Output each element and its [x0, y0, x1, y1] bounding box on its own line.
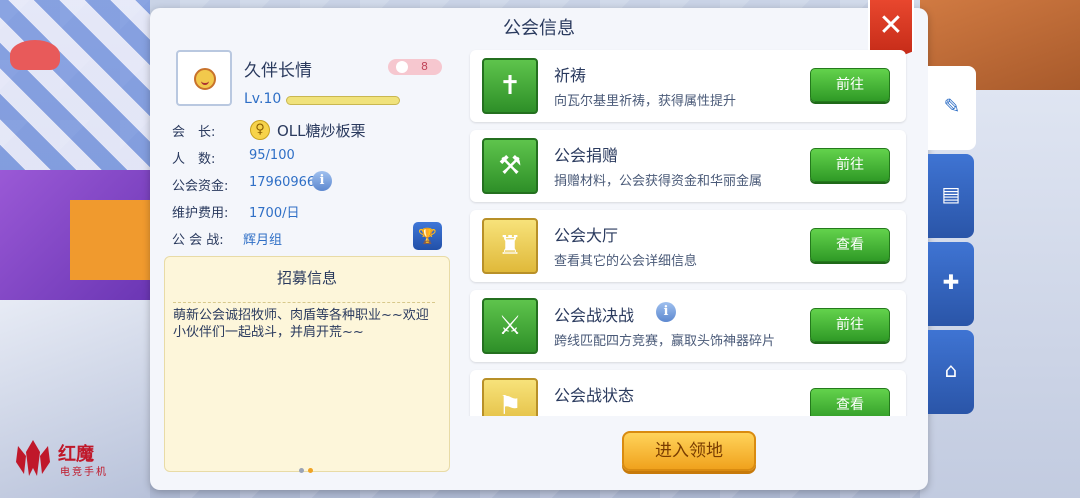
- card-desc: 跨线匹配四方竞赛，赢取头饰神器碎片: [554, 334, 776, 349]
- background-mushroom: [10, 40, 60, 70]
- enter-territory-button[interactable]: 进入领地: [622, 431, 756, 471]
- close-icon: ✕: [878, 8, 904, 43]
- red-magic-logo-icon: [16, 440, 50, 476]
- donate-go-button[interactable]: 前往: [810, 148, 890, 182]
- guild-war-group: 辉月组: [243, 233, 283, 248]
- leader-label: 会 长:: [172, 125, 216, 140]
- prayer-go-button[interactable]: 前往: [810, 68, 890, 102]
- page-indicator: [299, 458, 317, 477]
- final-battle-info-icon[interactable]: i: [656, 302, 676, 322]
- funds-info-icon[interactable]: i: [312, 171, 332, 191]
- flag-castle-icon: ⚑: [482, 378, 538, 416]
- prayer-icon: ✝: [482, 58, 538, 114]
- edit-icon: ✎: [943, 94, 961, 118]
- cross-book-icon: ✚: [942, 270, 960, 294]
- recruit-text: 萌新公会诚招牧师、肉盾等各种职业~~欢迎小伙伴们一起战斗，并肩开荒~~: [173, 308, 429, 340]
- tab-guild-church[interactable]: ✚: [928, 242, 974, 326]
- war-status-view-button[interactable]: 查看: [810, 388, 890, 416]
- trophy-icon: 🏆: [418, 227, 437, 245]
- recruit-divider: [173, 302, 435, 303]
- background-scene-left: [0, 0, 150, 170]
- upkeep-label: 维护费用:: [172, 206, 229, 221]
- watermark: 红魔 电竞手机: [14, 438, 124, 478]
- rank-value: 8: [421, 60, 428, 73]
- background-orange-block: [70, 200, 150, 280]
- card-title: 祈祷: [554, 66, 587, 85]
- donate-icon: ⚒: [482, 138, 538, 194]
- house-person-icon: ⌂: [944, 358, 958, 382]
- leader-gender-icon: ♀: [250, 120, 270, 140]
- card-desc: 捐赠材料，公会获得资金和华丽金属: [554, 174, 763, 189]
- card-title: 公会大厅: [554, 226, 619, 245]
- funds-value: 17960966: [249, 175, 316, 190]
- list-item-donate: ⚒ 公会捐赠 捐赠材料，公会获得资金和华丽金属 前往: [470, 130, 906, 202]
- guild-war-label: 公 会 战:: [172, 233, 224, 248]
- feature-list[interactable]: ✝ 祈祷 向瓦尔基里祈祷，获得属性提升 前往 ⚒ 公会捐赠 捐赠材料，公会获得资…: [458, 46, 920, 416]
- guild-level: Lv.10: [244, 91, 282, 107]
- panel-title: 公会信息: [503, 18, 575, 39]
- upkeep-value: 1700/日: [249, 206, 300, 221]
- page-dot-active[interactable]: [308, 468, 313, 473]
- members-value: 95/100: [249, 148, 295, 163]
- list-item-final-battle: ⚔ 公会战决战 i 跨线匹配四方竞赛，赢取头饰神器碎片 前往: [470, 290, 906, 362]
- leader-name[interactable]: OLL糖炒板栗: [277, 120, 366, 141]
- contacts-book-icon: ▤: [941, 182, 961, 206]
- card-title: 公会战状态: [554, 386, 635, 405]
- list-item-war-status: ⚑ 公会战状态 查看: [470, 370, 906, 416]
- page-dot[interactable]: [299, 468, 304, 473]
- watermark-subtitle: 电竞手机: [60, 467, 108, 478]
- rank-icon: [396, 61, 408, 73]
- card-desc: 向瓦尔基里祈祷，获得属性提升: [554, 94, 737, 109]
- trophy-button[interactable]: 🏆: [413, 222, 442, 250]
- list-item-prayer: ✝ 祈祷 向瓦尔基里祈祷，获得属性提升 前往: [470, 50, 906, 122]
- level-progress-bar: [286, 96, 400, 105]
- guild-avatar[interactable]: [176, 50, 232, 106]
- recruit-title: 招募信息: [276, 269, 337, 287]
- recruit-info-box: 招募信息 萌新公会诚招牧师、肉盾等各种职业~~欢迎小伙伴们一起战斗，并肩开荒~~: [164, 256, 450, 473]
- tab-guild-house[interactable]: ⌂: [928, 330, 974, 414]
- tab-guild-info[interactable]: ✎: [928, 66, 976, 150]
- funds-label: 公会资金:: [172, 179, 229, 194]
- castle-icon: ♜: [482, 218, 538, 274]
- card-title: 公会战决战: [554, 306, 635, 325]
- card-desc: 查看其它的公会详细信息: [554, 254, 698, 269]
- card-title: 公会捐赠: [554, 146, 619, 165]
- battle-icon: ⚔: [482, 298, 538, 354]
- guild-name: 久伴长情: [244, 61, 312, 81]
- guild-rank-badge: 8: [388, 59, 442, 75]
- guild-emblem-icon: [194, 68, 216, 90]
- final-battle-go-button[interactable]: 前往: [810, 308, 890, 342]
- list-item-hall: ♜ 公会大厅 查看其它的公会详细信息 查看: [470, 210, 906, 282]
- tab-member-list[interactable]: ▤: [928, 154, 974, 238]
- hall-view-button[interactable]: 查看: [810, 228, 890, 262]
- members-label: 人 数:: [172, 152, 216, 167]
